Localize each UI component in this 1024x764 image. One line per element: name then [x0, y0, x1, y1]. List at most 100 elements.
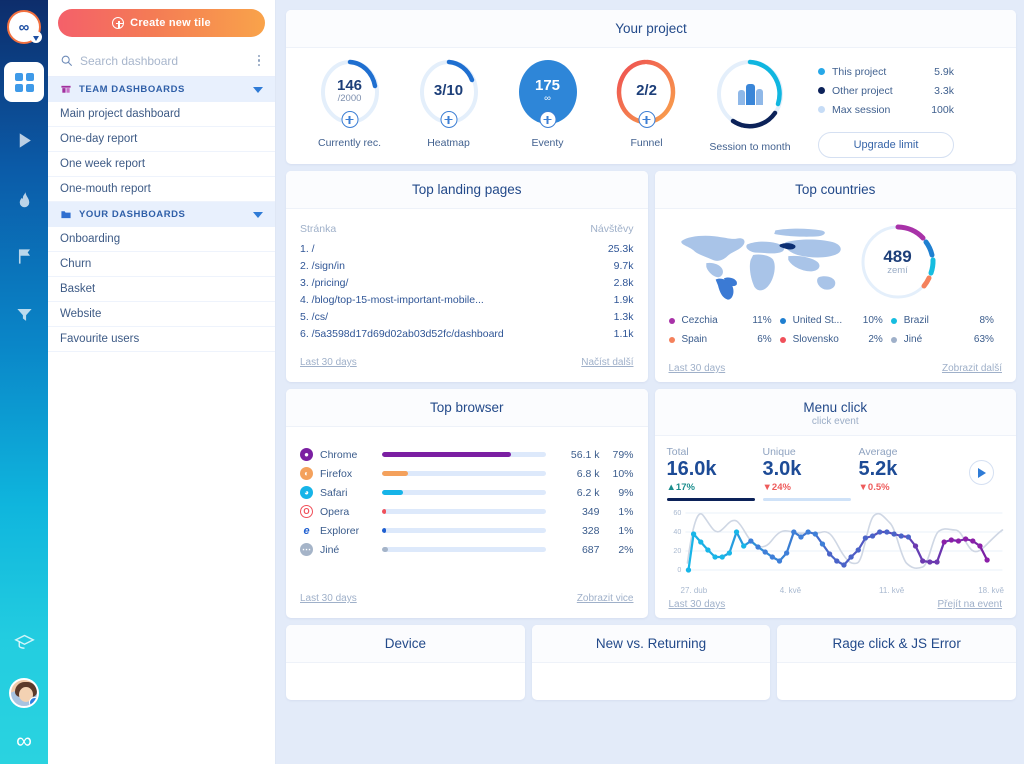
- sidebar-item-onboarding[interactable]: Onboarding: [48, 227, 275, 252]
- sidebar-item-website[interactable]: Website: [48, 302, 275, 327]
- menu-click-card: Menu click click event Total 16.0k ▲17% …: [655, 389, 1017, 618]
- sidebar-item-one-week-report[interactable]: One week report: [48, 152, 275, 177]
- device-card: Device: [286, 625, 525, 700]
- infinity-logo[interactable]: ∞: [7, 10, 41, 44]
- date-range-link[interactable]: Last 30 days: [300, 357, 357, 368]
- date-range-link[interactable]: Last 30 days: [669, 599, 726, 610]
- card-header: Menu click click event: [655, 389, 1017, 436]
- sidebar-item-one-mouth-report[interactable]: One-mouth report: [48, 177, 275, 202]
- menu-click-stats: Total 16.0k ▲17% Unique 3.0k ▼24%: [667, 444, 1005, 501]
- stat-total: Total 16.0k ▲17%: [667, 446, 763, 501]
- browser-row[interactable]: O Opera 349 1%: [300, 502, 634, 521]
- go-to-event-link[interactable]: Přejít na event: [938, 599, 1002, 610]
- stat-average: Average 5.2k ▼0.5%: [859, 446, 955, 493]
- page-path: 2. /sign/in: [300, 258, 574, 275]
- browser-row[interactable]: ⋯ Jiné 687 2%: [300, 540, 634, 559]
- sidebar-item-basket[interactable]: Basket: [48, 277, 275, 302]
- people-icon: [738, 84, 763, 105]
- card-body: Stránka Návštěvy 1. / 25.3k 2. /sign/in …: [286, 209, 648, 351]
- sidebar-item-favourite-users[interactable]: Favourite users: [48, 327, 275, 352]
- user-avatar[interactable]: [9, 678, 39, 708]
- project-legend: This project 5.9k Other project 3.3k Max…: [818, 58, 954, 158]
- kpi-heatmap[interactable]: 3/10 Heatmap: [399, 58, 498, 149]
- sidebar-item-funnels[interactable]: [4, 294, 44, 334]
- legend-dot: [891, 337, 897, 343]
- country-legend-item[interactable]: Cezchia 11%: [669, 311, 780, 330]
- play-button[interactable]: [969, 460, 994, 485]
- add-button[interactable]: [638, 111, 655, 128]
- kpi-ring: 3/10: [417, 58, 481, 130]
- group-header-team-dashboards[interactable]: TEAM DASHBOARDS: [48, 77, 275, 102]
- sidebar-item-events[interactable]: [4, 236, 44, 276]
- sidebar-item-main-project-dashboard[interactable]: Main project dashboard: [48, 102, 275, 127]
- kpi-ring: 146 /2000: [318, 58, 382, 130]
- table-row[interactable]: 1. / 25.3k: [300, 241, 634, 258]
- page-visits: 1.1k: [574, 326, 634, 343]
- browser-value: 328: [556, 525, 600, 537]
- browser-row[interactable]: ◕ Safari 6.2 k 9%: [300, 483, 634, 502]
- legend-dot: [818, 87, 825, 94]
- kpi-eventy[interactable]: 175 ∞ Eventy: [498, 58, 597, 149]
- browser-value: 6.2 k: [556, 487, 600, 499]
- country-legend-item[interactable]: Slovensko 2%: [780, 330, 891, 349]
- create-new-tile-button[interactable]: Create new tile: [58, 9, 265, 37]
- search-input[interactable]: [80, 54, 248, 68]
- country-legend-item[interactable]: Brazil 8%: [891, 311, 1002, 330]
- legend-label: This project: [832, 66, 918, 78]
- stat-delta: ▼24%: [763, 482, 859, 493]
- group-header-your-dashboards[interactable]: YOUR DASHBOARDS: [48, 202, 275, 227]
- page-path: 1. /: [300, 241, 574, 258]
- country-pct: 2%: [863, 334, 891, 345]
- browser-bar: [382, 547, 546, 552]
- add-button[interactable]: [341, 111, 358, 128]
- page-visits: 1.9k: [574, 292, 634, 309]
- country-pct: 8%: [974, 315, 1002, 326]
- browser-value: 6.8 k: [556, 468, 600, 480]
- legend-dot: [669, 337, 675, 343]
- sidebar-item-one-day-report[interactable]: One-day report: [48, 127, 275, 152]
- browser-row[interactable]: ◐ Firefox 6.8 k 10%: [300, 464, 634, 483]
- kpi-currently-rec[interactable]: 146 /2000 Currently rec.: [300, 58, 399, 149]
- show-more-link[interactable]: Zobrazit další: [942, 363, 1002, 374]
- rage-click-js-error-card: Rage click & JS Error: [777, 625, 1016, 700]
- sidebar-item-academy[interactable]: [4, 622, 44, 662]
- browser-pct: 9%: [600, 487, 634, 499]
- table-row[interactable]: 2. /sign/in 9.7k: [300, 258, 634, 275]
- sidebar-item-recordings[interactable]: [4, 120, 44, 160]
- table-row[interactable]: 3. /pricing/ 2.8k: [300, 275, 634, 292]
- legend-dot: [669, 318, 675, 324]
- browser-pct: 79%: [600, 449, 634, 461]
- card-title: Top browser: [296, 400, 638, 415]
- card-body: 489 zemí Cezchia 11% U: [655, 209, 1017, 357]
- card-header: Top browser: [286, 389, 648, 427]
- flag-icon: [15, 247, 34, 266]
- kpi-caption: Currently rec.: [318, 137, 381, 149]
- country-legend-item[interactable]: United St... 10%: [780, 311, 891, 330]
- table-row[interactable]: 5. /cs/ 1.3k: [300, 309, 634, 326]
- kpi-funnel[interactable]: 2/2 Funnel: [597, 58, 696, 149]
- kpi-caption: Eventy: [531, 137, 563, 149]
- add-button[interactable]: [539, 111, 556, 128]
- infinity-icon[interactable]: ∞: [16, 730, 32, 752]
- kpi-session-to-month[interactable]: Session to month: [696, 58, 804, 153]
- kpi-value: 2/2: [636, 83, 657, 99]
- plus-circle-icon: [112, 17, 124, 29]
- load-more-link[interactable]: Načíst další: [581, 357, 633, 368]
- browser-row[interactable]: ● Chrome 56.1 k 79%: [300, 445, 634, 464]
- browser-row[interactable]: e Explorer 328 1%: [300, 521, 634, 540]
- sidebar-more-options-icon[interactable]: [255, 53, 264, 69]
- table-row[interactable]: 4. /blog/top-15-most-important-mobile...…: [300, 292, 634, 309]
- sidebar-item-churn[interactable]: Churn: [48, 252, 275, 277]
- date-range-link[interactable]: Last 30 days: [300, 593, 357, 604]
- sidebar-item-dashboards[interactable]: [4, 62, 44, 102]
- upgrade-limit-button[interactable]: Upgrade limit: [818, 132, 954, 158]
- table-row[interactable]: 6. /5a3598d17d69d02ab03d52fc/dashboard 1…: [300, 326, 634, 343]
- kpi-value-wrap: 2/2: [636, 83, 657, 99]
- country-legend-item[interactable]: Jiné 63%: [891, 330, 1002, 349]
- show-more-link[interactable]: Zobrazit vice: [577, 593, 634, 604]
- sidebar-item-heatmaps[interactable]: [4, 178, 44, 218]
- date-range-link[interactable]: Last 30 days: [669, 363, 726, 374]
- country-legend-item[interactable]: Spain 6%: [669, 330, 780, 349]
- legend-row: Other project 3.3k: [818, 81, 954, 100]
- add-button[interactable]: [440, 111, 457, 128]
